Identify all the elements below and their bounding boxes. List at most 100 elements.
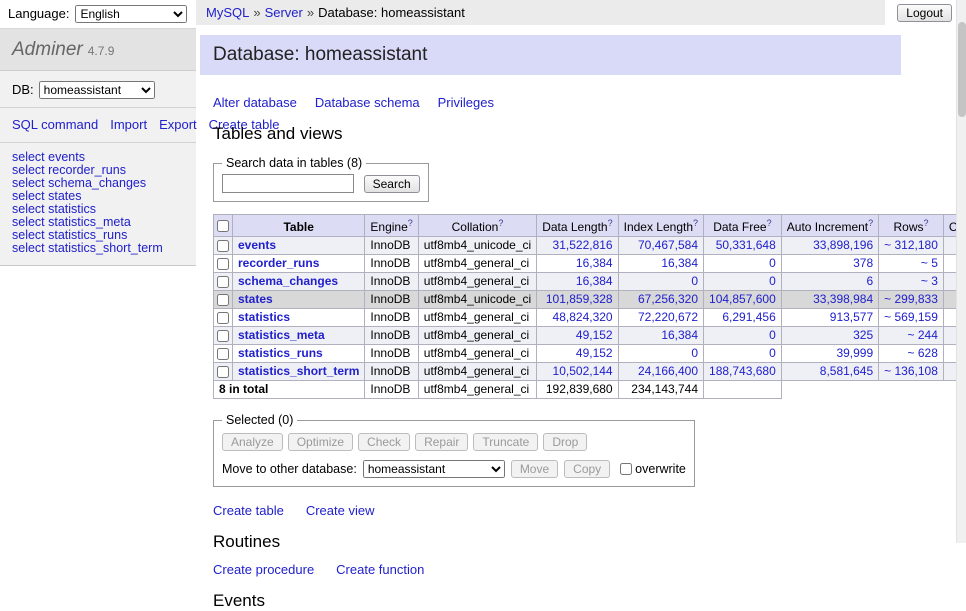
data-free-link[interactable]: 0 — [769, 346, 776, 360]
data-free-link[interactable]: 188,743,680 — [709, 364, 776, 378]
data-length-link[interactable]: 49,152 — [576, 328, 613, 342]
check-button[interactable]: Check — [358, 433, 410, 451]
table-name-link[interactable]: recorder_runs — [238, 256, 319, 270]
alter-database-link[interactable]: Alter database — [213, 95, 297, 110]
privileges-link[interactable]: Privileges — [438, 95, 494, 110]
data-free-link[interactable]: 0 — [769, 328, 776, 342]
help-icon[interactable]: ? — [498, 218, 503, 228]
data-length-link[interactable]: 49,152 — [576, 346, 613, 360]
auto-increment-link[interactable]: 378 — [853, 256, 873, 270]
data-length-link[interactable]: 31,522,816 — [553, 238, 613, 252]
collation-cell: utf8mb4_unicode_ci — [418, 291, 536, 309]
create-function-link[interactable]: Create function — [336, 562, 424, 577]
breadcrumb-mysql-link[interactable]: MySQL — [206, 5, 249, 20]
sidebar-export-link[interactable]: Export — [159, 117, 197, 132]
index-length-link[interactable]: 16,384 — [661, 328, 698, 342]
database-schema-link[interactable]: Database schema — [315, 95, 420, 110]
optimize-button[interactable]: Optimize — [288, 433, 353, 451]
row-checkbox[interactable] — [217, 276, 229, 288]
rows-count-link[interactable]: ~ 3 — [921, 274, 938, 288]
column-header-engine: Engine? — [365, 215, 418, 237]
overwrite-checkbox[interactable] — [620, 463, 632, 475]
index-length-link[interactable]: 24,166,400 — [638, 364, 698, 378]
data-free-link[interactable]: 50,331,648 — [716, 238, 776, 252]
move-db-select[interactable]: homeassistant — [363, 460, 505, 478]
table-name-link[interactable]: schema_changes — [238, 274, 338, 288]
analyze-button[interactable]: Analyze — [222, 433, 283, 451]
scrollbar[interactable] — [956, 0, 966, 543]
db-actions: Alter database Database schema Privileges — [213, 95, 956, 110]
truncate-button[interactable]: Truncate — [473, 433, 538, 451]
rows-count-link[interactable]: ~ 312,180 — [884, 238, 938, 252]
help-icon[interactable]: ? — [767, 218, 772, 228]
data-free-link[interactable]: 104,857,600 — [709, 292, 776, 306]
data-free-link[interactable]: 0 — [769, 274, 776, 288]
auto-increment-link[interactable]: 33,898,196 — [813, 238, 873, 252]
create-view-link[interactable]: Create view — [306, 503, 375, 518]
data-free-link[interactable]: 0 — [769, 256, 776, 270]
adminer-logo-link[interactable]: Adminer — [12, 39, 83, 60]
rows-count-link[interactable]: ~ 628 — [908, 346, 938, 360]
rows-count-link[interactable]: ~ 244 — [908, 328, 938, 342]
row-checkbox[interactable] — [217, 240, 229, 252]
help-icon[interactable]: ? — [408, 218, 413, 228]
data-length-link[interactable]: 16,384 — [576, 256, 613, 270]
rows-count-link[interactable]: ~ 299,833 — [884, 292, 938, 306]
row-checkbox[interactable] — [217, 366, 229, 378]
auto-increment-link[interactable]: 6 — [866, 274, 873, 288]
select-all-cell — [214, 215, 233, 237]
page: Language:English Adminer4.7.9 DB:homeass… — [0, 0, 966, 543]
table-name-link[interactable]: events — [238, 238, 276, 252]
index-length-link[interactable]: 72,220,672 — [638, 310, 698, 324]
auto-increment-link[interactable]: 8,581,645 — [820, 364, 873, 378]
copy-button[interactable]: Copy — [564, 460, 610, 478]
rows-count-link[interactable]: ~ 136,108 — [884, 364, 938, 378]
data-free-link[interactable]: 6,291,456 — [722, 310, 775, 324]
breadcrumb-server-link[interactable]: Server — [265, 5, 303, 20]
repair-button[interactable]: Repair — [415, 433, 468, 451]
create-procedure-link[interactable]: Create procedure — [213, 562, 314, 577]
table-name-link[interactable]: statistics_meta — [238, 328, 325, 342]
language-select[interactable]: English — [75, 5, 187, 23]
index-length-link[interactable]: 70,467,584 — [638, 238, 698, 252]
auto-increment-link[interactable]: 39,999 — [836, 346, 873, 360]
rows-count-link[interactable]: ~ 569,159 — [884, 310, 938, 324]
index-length-link[interactable]: 0 — [691, 274, 698, 288]
table-name-link[interactable]: statistics — [238, 310, 290, 324]
sidebar-item-select-statistics-short-term[interactable]: select statistics_short_term — [12, 242, 184, 255]
data-length-link[interactable]: 48,824,320 — [553, 310, 613, 324]
row-checkbox[interactable] — [217, 258, 229, 270]
data-length-link[interactable]: 16,384 — [576, 274, 613, 288]
db-select[interactable]: homeassistant — [39, 81, 155, 99]
row-checkbox[interactable] — [217, 294, 229, 306]
index-length-link[interactable]: 67,256,320 — [638, 292, 698, 306]
table-name-link[interactable]: states — [238, 292, 273, 306]
help-icon[interactable]: ? — [693, 218, 698, 228]
logout-button[interactable]: Logout — [897, 4, 952, 22]
search-input[interactable] — [222, 174, 354, 193]
index-length-link[interactable]: 0 — [691, 346, 698, 360]
auto-increment-link[interactable]: 325 — [853, 328, 873, 342]
help-icon[interactable]: ? — [608, 218, 613, 228]
help-icon[interactable]: ? — [924, 218, 929, 228]
rows-count-link[interactable]: ~ 5 — [921, 256, 938, 270]
drop-button[interactable]: Drop — [543, 433, 587, 451]
search-button[interactable]: Search — [364, 175, 420, 193]
help-icon[interactable]: ? — [868, 218, 873, 228]
sidebar-sql-command-link[interactable]: SQL command — [12, 117, 98, 132]
data-length-link[interactable]: 101,859,328 — [546, 292, 613, 306]
sidebar-import-link[interactable]: Import — [110, 117, 147, 132]
move-button[interactable]: Move — [511, 460, 558, 478]
auto-increment-link[interactable]: 913,577 — [830, 310, 873, 324]
select-all-checkbox[interactable] — [217, 220, 229, 232]
scrollbar-thumb[interactable] — [958, 22, 966, 117]
index-length-link[interactable]: 16,384 — [661, 256, 698, 270]
auto-increment-link[interactable]: 33,398,984 — [813, 292, 873, 306]
row-checkbox[interactable] — [217, 348, 229, 360]
data-length-link[interactable]: 10,502,144 — [553, 364, 613, 378]
create-table-link[interactable]: Create table — [213, 503, 284, 518]
table-name-link[interactable]: statistics_runs — [238, 346, 323, 360]
row-checkbox[interactable] — [217, 312, 229, 324]
table-name-link[interactable]: statistics_short_term — [238, 364, 359, 378]
row-checkbox[interactable] — [217, 330, 229, 342]
